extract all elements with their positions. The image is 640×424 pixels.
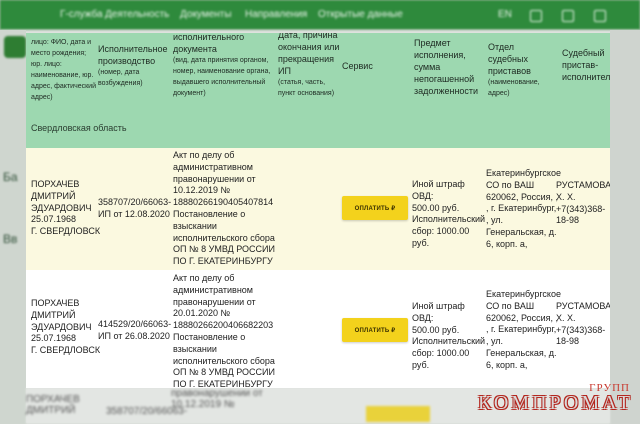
nav-item-service[interactable]: Г-служба (60, 9, 103, 20)
debtor-cell: ПОРХАЧЕВ ДМИТРИЙ ЭДУАРДОВИЧ 25.07.1968 Г… (31, 179, 101, 237)
background-text-fragment: Вв (3, 232, 18, 246)
nav-item-open-data[interactable]: Открытые данные (318, 9, 403, 20)
department-cell: Екатеринбургское СО по ВАШ 620062, Росси… (486, 168, 561, 249)
proceeding-cell: 414529/20/66063- ИП от 26.08.2020 (98, 319, 172, 341)
subject-cell: Иной штраф ОВД: 500.00 руб. Исполнительс… (412, 179, 486, 248)
bg-document: правонарушении от 10.12.2019 № (171, 388, 263, 410)
debtor-cell: ПОРХАЧЕВ ДМИТРИЙ ЭДУАРДОВИЧ 25.07.1968 Г… (31, 298, 101, 356)
user-icon[interactable] (562, 10, 574, 22)
document-cell: Акт по делу об административном правонар… (173, 273, 275, 388)
table-header: лицо: ФИО, дата и место рождения; юр. ли… (26, 33, 610, 148)
watermark-big-text: КОМПРОМАТ (478, 392, 634, 414)
background-nav-bar: Г-служба Деятельность Документы Направле… (0, 0, 640, 30)
table-row: ПОРХАЧЕВ ДМИТРИЙ ЭДУАРДОВИЧ 25.07.1968 Г… (26, 270, 610, 388)
document-cell: Акт по делу об административном правонар… (173, 150, 275, 267)
region-label: Свердловская область (31, 123, 127, 133)
nav-item-directions[interactable]: Направления (245, 9, 307, 20)
kompromat-watermark-logo: ГРУПП КОМПРОМАТ (478, 382, 638, 424)
header-document: исполнительного документа (вид, дата при… (173, 33, 271, 97)
nav-item-activity[interactable]: Деятельность (105, 9, 169, 20)
nav-lang-switch[interactable]: EN (498, 9, 512, 20)
bg-debtor: ПОРХАЧЕВ ДМИТРИЙ (26, 394, 80, 416)
header-end-reason: Дата, причина окончания или прекращения … (278, 33, 340, 97)
header-subject: Предмет исполнения, сумма непогашенной з… (414, 38, 479, 96)
fssp-logo-icon (4, 36, 26, 58)
background-heading-fragment: Ба (3, 170, 18, 184)
header-service: Сервис (342, 61, 373, 71)
pay-button[interactable]: ОПЛАТИТЬ ₽ (342, 318, 408, 342)
bailiff-cell: РУСТАМОВА Х. Х. +7(343)368- 18-98 (556, 180, 610, 226)
background-right-strip (610, 30, 640, 424)
enforcement-table: лицо: ФИО, дата и место рождения; юр. ли… (26, 33, 610, 388)
search-icon[interactable] (594, 10, 606, 22)
header-bailiff: Судебный пристав-исполнитель (562, 48, 610, 82)
bailiff-cell: РУСТАМОВА Х. Х. +7(343)368- 18-98 (556, 301, 610, 347)
department-cell: Екатеринбургское СО по ВАШ 620062, Росси… (486, 289, 561, 370)
background-left-strip (0, 30, 26, 424)
proceeding-cell: 358707/20/66063- ИП от 12.08.2020 (98, 197, 172, 219)
nav-item-documents[interactable]: Документы (180, 9, 232, 20)
table-row: ПОРХАЧЕВ ДМИТРИЙ ЭДУАРДОВИЧ 25.07.1968 Г… (26, 148, 610, 270)
subject-cell: Иной штраф ОВД: 500.00 руб. Исполнительс… (412, 301, 486, 370)
pay-button[interactable]: ОПЛАТИТЬ ₽ (342, 196, 408, 220)
header-department: Отдел судебных приставов (наименование, … (488, 42, 540, 97)
bg-pay-button (366, 406, 430, 422)
accessibility-icon[interactable] (530, 10, 542, 22)
header-debtor: лицо: ФИО, дата и место рождения; юр. ли… (31, 39, 96, 101)
header-proceeding: Исполнительное производство (номер, дата… (98, 44, 168, 87)
